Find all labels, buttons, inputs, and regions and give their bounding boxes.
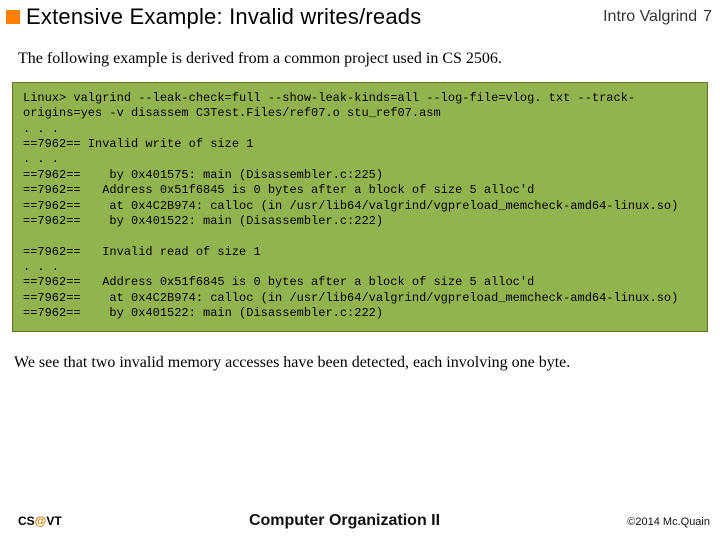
intro-text: The following example is derived from a … xyxy=(0,32,720,76)
footer-left: CS@VT xyxy=(18,514,62,528)
terminal-output: Linux> valgrind --leak-check=full --show… xyxy=(12,82,708,332)
footer-left-post: VT xyxy=(46,514,61,528)
footer-copyright: ©2014 Mc.Quain xyxy=(627,516,710,528)
page-number: 7 xyxy=(703,8,712,25)
slide-footer: CS@VT Computer Organization II ©2014 Mc.… xyxy=(0,512,720,530)
accent-square-icon xyxy=(6,10,20,24)
footer-left-pre: CS xyxy=(18,514,35,528)
slide-section-page: Intro Valgrind 7 xyxy=(603,8,712,26)
at-icon: @ xyxy=(35,514,47,528)
slide-title: Extensive Example: Invalid writes/reads xyxy=(26,4,603,30)
summary-text: We see that two invalid memory accesses … xyxy=(0,332,720,372)
section-label: Intro Valgrind xyxy=(603,8,697,25)
slide-header: Extensive Example: Invalid writes/reads … xyxy=(0,0,720,32)
footer-center: Computer Organization II xyxy=(62,512,628,530)
